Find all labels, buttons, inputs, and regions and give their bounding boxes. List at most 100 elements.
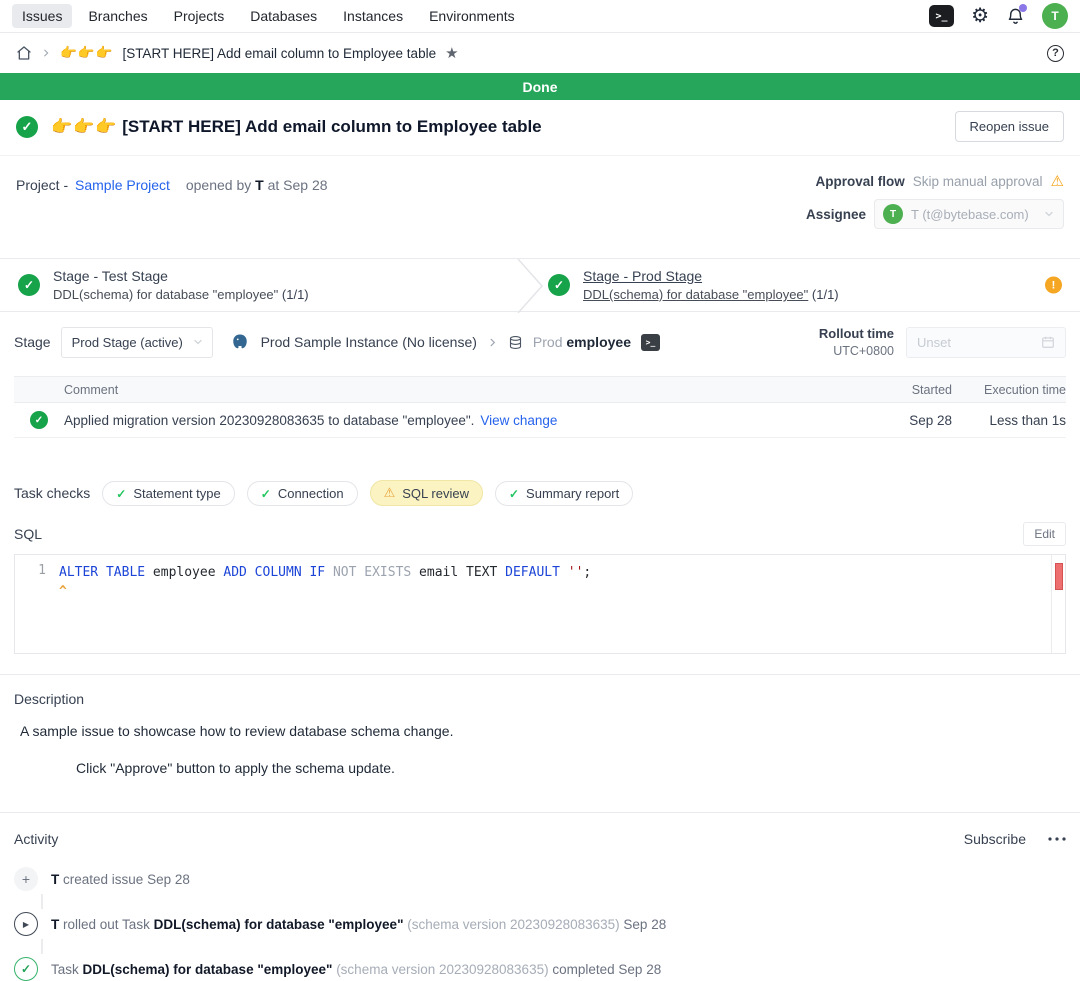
project-link[interactable]: Sample Project (75, 177, 170, 193)
row-success-check-icon (30, 411, 48, 429)
rollout-time: Rollout time UTC+0800 Unset (819, 326, 1066, 358)
nav-tabs: Issues Branches Projects Databases Insta… (12, 4, 525, 28)
description-label: Description (14, 691, 1066, 707)
nav-right-icons: T (929, 3, 1068, 29)
chevron-right-icon (41, 48, 51, 58)
activity-item-created: T created issue Sep 28 (14, 867, 1066, 891)
issue-done-check-icon (16, 116, 38, 138)
home-icon[interactable] (16, 45, 32, 61)
stage-test-check-icon (18, 274, 40, 296)
ruler-error-marker (1055, 563, 1063, 590)
activity-item-rollout: T rolled out Task DDL(schema) for databa… (14, 912, 1066, 936)
check-success-icon (116, 486, 126, 501)
meta-right: Approval flow Skip manual approval Assig… (806, 172, 1064, 238)
database-link[interactable]: Prod employee (533, 334, 631, 350)
tab-projects[interactable]: Projects (164, 4, 235, 28)
tab-branches[interactable]: Branches (78, 4, 157, 28)
issue-meta: Project - Sample Project opened by T at … (0, 156, 1080, 238)
sql-section: SQL Edit 1 ALTER TABLE employee ADD COLU… (0, 522, 1080, 654)
activity-connector (41, 939, 43, 954)
project-label: Project - (16, 177, 68, 193)
task-checks: Task checks Statement type Connection SQ… (0, 480, 1080, 506)
instance-link[interactable]: Prod Sample Instance (No license) (261, 334, 477, 350)
rollout-time-value: Unset (917, 335, 951, 350)
check-statement-type[interactable]: Statement type (102, 481, 235, 506)
stage-select[interactable]: Prod Stage (active) (61, 327, 213, 358)
sql-review-caret-marker: ^ (59, 582, 1051, 601)
project-line: Project - Sample Project opened by T at … (16, 172, 328, 238)
tab-instances[interactable]: Instances (333, 4, 413, 28)
star-icon[interactable] (445, 44, 458, 62)
rollout-timezone: UTC+0800 (819, 344, 894, 358)
sql-label: SQL (14, 526, 42, 542)
header-execution-time: Execution time (974, 383, 1066, 397)
stage-test-subtitle[interactable]: DDL(schema) for database "employee" (1/1… (53, 287, 309, 302)
gear-icon[interactable] (971, 6, 989, 27)
stage-test-title[interactable]: Stage - Test Stage (53, 268, 309, 284)
sql-header: SQL Edit (14, 522, 1066, 546)
stage-bar: Stage Prod Stage (active) Prod Sample In… (0, 312, 1080, 358)
header-comment: Comment (64, 383, 888, 397)
tab-issues[interactable]: Issues (12, 4, 72, 28)
tab-environments[interactable]: Environments (419, 4, 525, 28)
database-icon (508, 335, 523, 350)
description-line-2: Click "Approve" button to apply the sche… (76, 760, 1066, 776)
check-success-icon (261, 486, 271, 501)
reopen-issue-button[interactable]: Reopen issue (955, 111, 1065, 142)
breadcrumb-title[interactable]: [START HERE] Add email column to Employe… (122, 46, 436, 61)
tab-databases[interactable]: Databases (240, 4, 327, 28)
check-connection[interactable]: Connection (247, 481, 358, 506)
check-success-icon (509, 486, 519, 501)
description-line-1: A sample issue to showcase how to review… (20, 723, 1066, 739)
stage-alert-icon[interactable] (1045, 277, 1062, 294)
view-change-link[interactable]: View change (480, 413, 557, 428)
approval-flow-label: Approval flow (815, 174, 904, 189)
activity-list: T created issue Sep 28 T rolled out Task… (14, 867, 1066, 981)
issue-page: { "nav": { "tabs": [ {"label": "Issues",… (0, 0, 1080, 957)
sql-editor-terminal-icon[interactable] (929, 5, 954, 27)
chevron-right-icon (487, 337, 498, 348)
chevron-down-icon (1043, 208, 1055, 220)
issue-header: 👉👉👉 [START HERE] Add email column to Emp… (0, 100, 1080, 156)
stage-prod-title[interactable]: Stage - Prod Stage (583, 268, 839, 284)
stage-card-prod[interactable]: Stage - Prod Stage DDL(schema) for datab… (548, 259, 839, 311)
opened-by-text: opened by T at Sep 28 (186, 177, 328, 193)
line-number-gutter: 1 (15, 555, 59, 653)
more-options-icon[interactable] (1048, 837, 1066, 841)
help-icon[interactable] (1047, 45, 1064, 62)
rollout-time-input[interactable]: Unset (906, 327, 1066, 358)
row-comment-cell: Applied migration version 20230928083635… (64, 413, 888, 428)
stage-select-label: Stage (14, 334, 51, 350)
breadcrumb: 👉👉👉 [START HERE] Add email column to Emp… (0, 33, 1080, 73)
sql-code-area[interactable]: ALTER TABLE employee ADD COLUMN IF NOT E… (59, 555, 1051, 653)
table-header: Comment Started Execution time (14, 376, 1066, 403)
open-in-sql-editor-icon[interactable] (641, 334, 660, 351)
header-started: Started (888, 383, 952, 397)
sql-edit-button[interactable]: Edit (1023, 522, 1066, 546)
check-summary-report[interactable]: Summary report (495, 481, 633, 506)
assignee-select[interactable]: T T (t@bytebase.com) (874, 199, 1064, 229)
stage-prod-subtitle[interactable]: DDL(schema) for database "employee" (1/1… (583, 287, 839, 302)
sql-editor[interactable]: 1 ALTER TABLE employee ADD COLUMN IF NOT… (14, 554, 1066, 654)
section-divider (0, 674, 1080, 675)
stage-divider-chevron (516, 259, 544, 318)
activity-header: Activity Subscribe (14, 831, 1066, 847)
play-circle-icon (14, 912, 38, 936)
check-sql-review[interactable]: SQL review (370, 480, 483, 506)
stage-card-test[interactable]: Stage - Test Stage DDL(schema) for datab… (18, 259, 309, 311)
user-avatar[interactable]: T (1042, 3, 1068, 29)
row-started-cell: Sep 28 (888, 413, 952, 428)
calendar-icon (1041, 335, 1055, 349)
activity-actions: Subscribe (964, 831, 1066, 847)
table-row: Applied migration version 20230928083635… (14, 403, 1066, 438)
top-nav: Issues Branches Projects Databases Insta… (0, 0, 1080, 33)
bell-icon[interactable] (1006, 7, 1025, 26)
postgres-icon (231, 333, 249, 351)
editor-overview-ruler[interactable] (1051, 555, 1065, 653)
plus-icon (14, 867, 38, 891)
assignee-row: Assignee T T (t@bytebase.com) (806, 199, 1064, 229)
row-execution-cell: Less than 1s (974, 413, 1066, 428)
subscribe-button[interactable]: Subscribe (964, 831, 1026, 847)
notification-dot (1019, 4, 1027, 12)
description-section: Description A sample issue to showcase h… (0, 691, 1080, 776)
